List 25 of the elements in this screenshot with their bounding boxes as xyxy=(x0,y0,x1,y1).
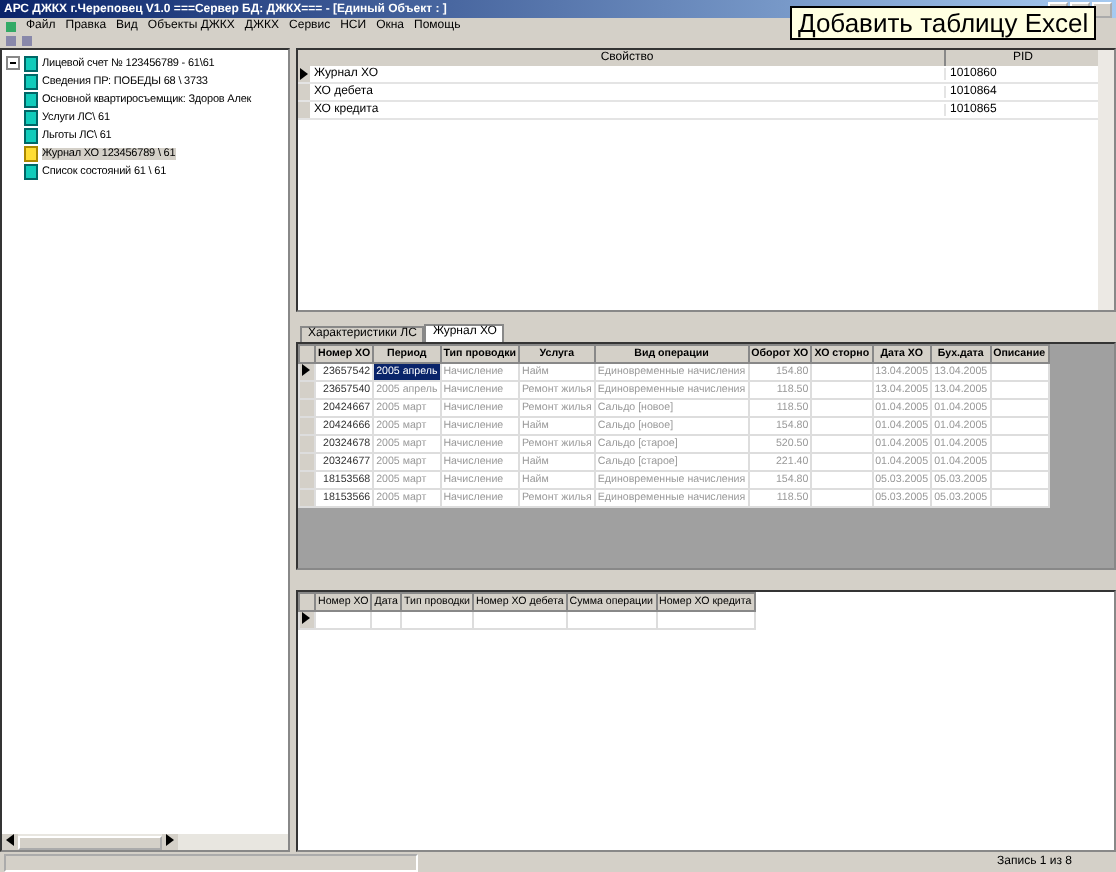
table-cell xyxy=(990,435,1049,453)
table-cell xyxy=(811,363,873,381)
table-cell xyxy=(811,453,873,471)
vertical-scrollbar[interactable] xyxy=(1098,50,1114,310)
table-cell xyxy=(811,399,873,417)
table-cell xyxy=(811,417,873,435)
table-cell xyxy=(811,489,873,507)
table-cell xyxy=(990,489,1049,507)
app-icon xyxy=(6,21,16,31)
table-cell xyxy=(990,399,1049,417)
row-indicator[interactable] xyxy=(298,66,310,82)
table-cell xyxy=(811,471,873,489)
tooltip: Добавить таблицу Excel xyxy=(790,6,1097,40)
grid-corner xyxy=(298,50,310,66)
table-cell xyxy=(990,417,1049,435)
row-pointer-icon xyxy=(302,612,310,624)
scroll-right-icon[interactable] xyxy=(166,834,174,846)
scroll-left-icon[interactable] xyxy=(6,834,14,846)
table-cell xyxy=(990,471,1049,489)
collapse-icon[interactable] xyxy=(6,56,20,70)
table-cell xyxy=(990,363,1049,381)
table-cell xyxy=(990,453,1049,471)
table-cell xyxy=(990,381,1049,399)
table-cell xyxy=(811,381,873,399)
table-cell xyxy=(811,435,873,453)
